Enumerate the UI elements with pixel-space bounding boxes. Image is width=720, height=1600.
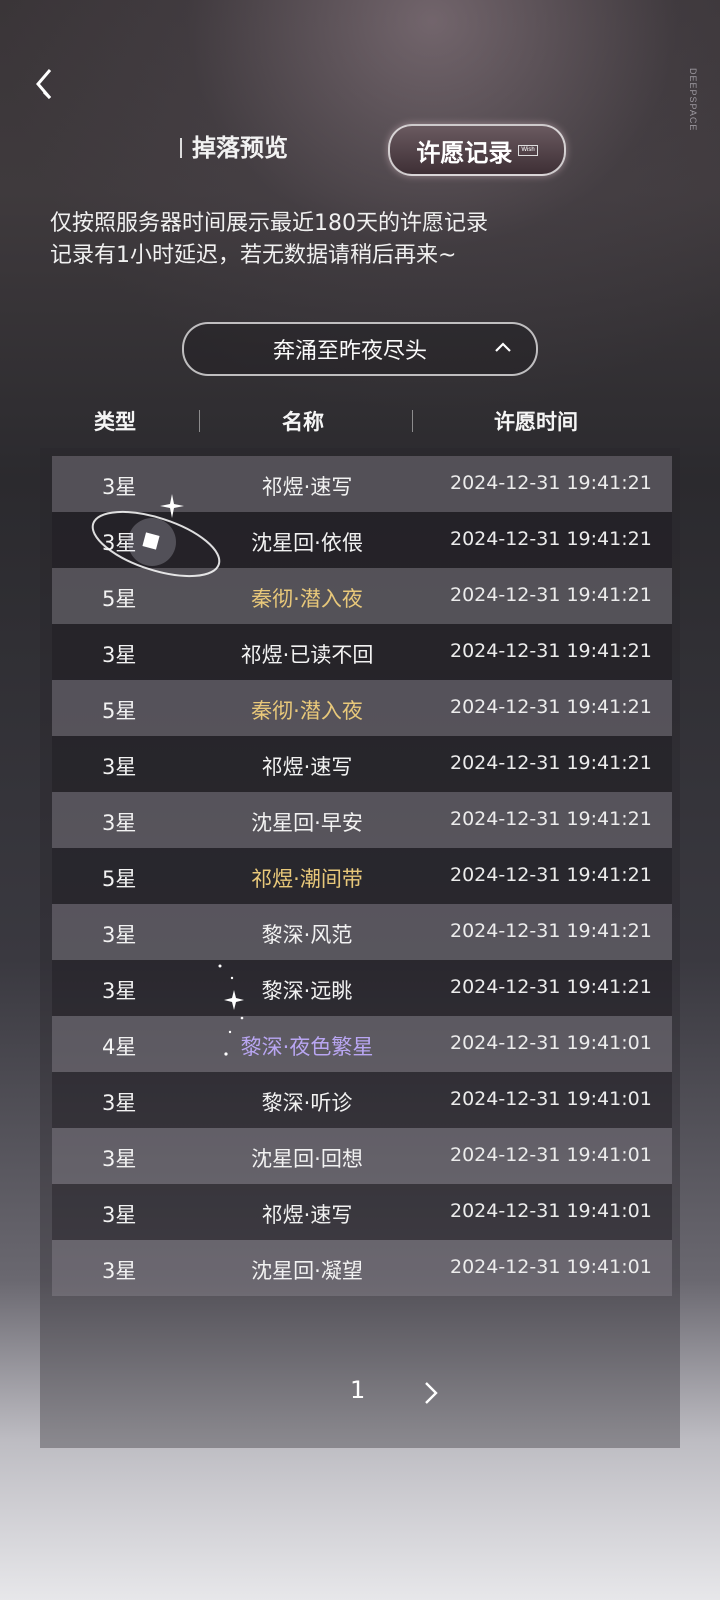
next-page-chevron-icon[interactable] (418, 1378, 444, 1408)
chevron-up-icon (495, 342, 511, 352)
row-name: 沈星回·凝望 (251, 1259, 363, 1283)
row-type: 5星 (102, 587, 137, 611)
row-type: 3星 (102, 811, 137, 835)
row-name: 祁煜·速写 (261, 755, 353, 779)
row-type: 3星 (102, 1147, 137, 1171)
back-button[interactable] (30, 66, 66, 102)
row-name: 祁煜·速写 (261, 475, 353, 499)
row-name: 黎深·听诊 (261, 1091, 353, 1115)
row-name: 祁煜·潮间带 (251, 867, 363, 891)
row-name: 黎深·风范 (261, 923, 353, 947)
notice-text: 仅按照服务器时间展示最近180天的许愿记录 记录有1小时延迟，若无数据请稍后再来… (50, 208, 670, 272)
row-name: 秦彻·潜入夜 (251, 699, 363, 723)
row-time: 2024-12-31 19:41:01 (450, 1032, 652, 1054)
page-number[interactable]: 1 (350, 1376, 365, 1404)
header-type: 类型 (94, 410, 136, 434)
tab-wish-record[interactable]: 许愿记录 Wish (388, 124, 566, 176)
table-row: 4星 黎深·夜色繁星 2024-12-31 19:41:01 (52, 1016, 672, 1072)
notice-line-2: 记录有1小时延迟，若无数据请稍后再来~ (50, 243, 457, 268)
row-type: 3星 (102, 1203, 137, 1227)
header-name: 名称 (282, 410, 324, 434)
row-time: 2024-12-31 19:41:21 (450, 864, 652, 886)
table-row: 3星 黎深·风范 2024-12-31 19:41:21 (52, 904, 672, 960)
table-row: 3星 祁煜·速写 2024-12-31 19:41:01 (52, 1184, 672, 1240)
row-type: 3星 (102, 979, 137, 1003)
banner-filter-label: 奔涌至昨夜尽头 (272, 339, 427, 364)
row-name: 沈星回·回想 (251, 1147, 363, 1171)
row-time: 2024-12-31 19:41:01 (450, 1256, 652, 1278)
table-row: 5星 秦彻·潜入夜 2024-12-31 19:41:21 (52, 680, 672, 736)
banner-filter-dropdown[interactable]: 奔涌至昨夜尽头 (182, 322, 538, 376)
table-header: 类型 名称 许愿时间 (52, 400, 672, 440)
row-time: 2024-12-31 19:41:21 (450, 584, 652, 606)
row-type: 3星 (102, 755, 137, 779)
row-time: 2024-12-31 19:41:21 (450, 752, 652, 774)
table-row: 3星 沈星回·依偎 2024-12-31 19:41:21 (52, 512, 672, 568)
row-type: 5星 (102, 867, 137, 891)
table-row: 3星 祁煜·速写 2024-12-31 19:41:21 (52, 736, 672, 792)
header-divider (412, 410, 413, 432)
row-time: 2024-12-31 19:41:21 (450, 472, 652, 494)
row-name: 黎深·远眺 (261, 979, 353, 1003)
row-name: 沈星回·依偎 (251, 531, 363, 555)
table-row: 3星 黎深·远眺 2024-12-31 19:41:21 (52, 960, 672, 1016)
tab-drop-preview[interactable]: 掉落预览 (178, 128, 288, 168)
wish-records-table: 3星 祁煜·速写 2024-12-31 19:41:21 3星 沈星回·依偎 2… (52, 456, 672, 1296)
row-time: 2024-12-31 19:41:21 (450, 976, 652, 998)
tab-wish-record-badge: Wish (518, 144, 538, 156)
row-type: 3星 (102, 1091, 137, 1115)
row-time: 2024-12-31 19:41:01 (450, 1200, 652, 1222)
row-time: 2024-12-31 19:41:21 (450, 920, 652, 942)
tab-wish-record-label: 许愿记录 (416, 138, 513, 167)
row-type: 3星 (102, 1259, 137, 1283)
notice-line-1: 仅按照服务器时间展示最近180天的许愿记录 (50, 211, 488, 236)
table-row: 3星 黎深·听诊 2024-12-31 19:41:01 (52, 1072, 672, 1128)
row-name: 沈星回·早安 (251, 811, 363, 835)
table-row: 3星 沈星回·回想 2024-12-31 19:41:01 (52, 1128, 672, 1184)
row-type: 3星 (102, 475, 137, 499)
row-time: 2024-12-31 19:41:21 (450, 696, 652, 718)
row-time: 2024-12-31 19:41:21 (450, 808, 652, 830)
row-type: 3星 (102, 531, 137, 555)
row-type: 3星 (102, 923, 137, 947)
row-time: 2024-12-31 19:41:21 (450, 640, 652, 662)
row-type: 4星 (102, 1035, 137, 1059)
row-name: 祁煜·已读不回 (240, 643, 374, 667)
back-arrow-icon (36, 69, 52, 100)
table-row: 5星 祁煜·潮间带 2024-12-31 19:41:21 (52, 848, 672, 904)
table-row: 5星 秦彻·潜入夜 2024-12-31 19:41:21 (52, 568, 672, 624)
table-row: 3星 沈星回·凝望 2024-12-31 19:41:01 (52, 1240, 672, 1296)
row-name: 黎深·夜色繁星 (240, 1035, 374, 1059)
row-name: 秦彻·潜入夜 (251, 587, 363, 611)
header-divider (199, 410, 200, 432)
header-time: 许愿时间 (494, 410, 578, 434)
row-time: 2024-12-31 19:41:01 (450, 1144, 652, 1166)
table-row: 3星 祁煜·速写 2024-12-31 19:41:21 (52, 456, 672, 512)
row-type: 3星 (102, 643, 137, 667)
brand-side-text: DEEPSPACE (688, 68, 698, 132)
row-type: 5星 (102, 699, 137, 723)
row-time: 2024-12-31 19:41:21 (450, 528, 652, 550)
row-time: 2024-12-31 19:41:01 (450, 1088, 652, 1110)
table-row: 3星 沈星回·早安 2024-12-31 19:41:21 (52, 792, 672, 848)
table-row: 3星 祁煜·已读不回 2024-12-31 19:41:21 (52, 624, 672, 680)
row-name: 祁煜·速写 (261, 1203, 353, 1227)
